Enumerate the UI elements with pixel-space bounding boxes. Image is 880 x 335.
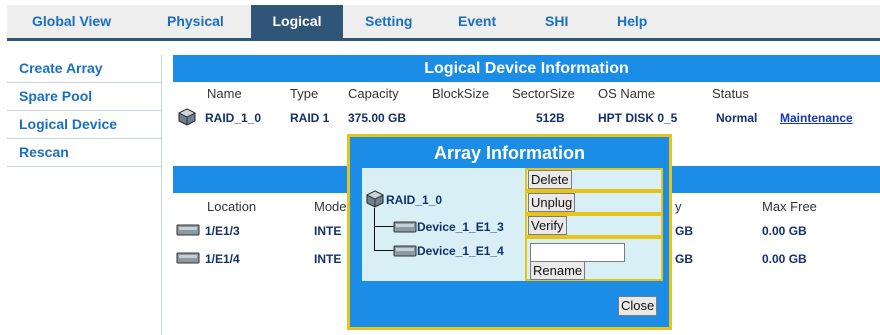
verify-button[interactable]: Verify xyxy=(528,216,567,235)
disk-icon xyxy=(176,252,200,264)
logical-row-status: Normal xyxy=(716,111,758,125)
tree-root-label[interactable]: RAID_1_0 xyxy=(386,193,442,207)
physical-row-model: INTE xyxy=(314,224,342,238)
sidebar-item-label: Spare Pool xyxy=(19,88,93,104)
tab-label: Event xyxy=(458,13,497,29)
header-osname: OS Name xyxy=(598,86,656,101)
physical-row-capacity: GB xyxy=(675,252,693,266)
button-frame: Verify xyxy=(525,214,663,237)
tab-event[interactable]: Event xyxy=(458,5,513,38)
tab-label: SHI xyxy=(545,13,569,29)
raid-array-icon xyxy=(178,108,196,126)
sidebar-item-spare-pool[interactable]: Spare Pool xyxy=(7,83,162,111)
array-information-dialog: Array Information RAID_1_0 Device_1_E1_3… xyxy=(347,134,672,330)
disk-icon xyxy=(176,224,200,236)
tree-connector xyxy=(374,226,394,227)
sidebar: Create Array Spare Pool Logical Device R… xyxy=(7,55,162,335)
dialog-title: Array Information xyxy=(433,143,586,163)
header-location: Location xyxy=(207,199,257,214)
tab-shi[interactable]: SHI xyxy=(545,5,585,38)
button-frame: Rename xyxy=(525,237,663,281)
sidebar-item-label: Logical Device xyxy=(19,116,118,132)
sidebar-item-label: Create Array xyxy=(19,60,103,76)
rename-input[interactable] xyxy=(530,243,625,262)
physical-row-location[interactable]: 1/E1/3 xyxy=(205,224,240,238)
close-button[interactable]: Close xyxy=(618,296,658,316)
header-model: Mode xyxy=(314,199,347,214)
header-blocksize: BlockSize xyxy=(432,86,490,101)
tree-connector xyxy=(374,250,394,251)
logical-row-capacity: 375.00 GB xyxy=(348,111,407,125)
top-navigation: Global View Physical Logical Setting Eve… xyxy=(0,0,880,41)
tab-label: Global View xyxy=(32,13,112,29)
sidebar-item-create-array[interactable]: Create Array xyxy=(7,55,162,83)
header-name: Name xyxy=(207,86,242,101)
array-tree: RAID_1_0 Device_1_E1_3 Device_1_E1_4 xyxy=(362,168,525,281)
unplug-button[interactable]: Unplug xyxy=(528,193,576,212)
logical-row-osname: HPT DISK 0_5 xyxy=(598,111,678,125)
sidebar-item-label: Rescan xyxy=(19,144,69,160)
physical-row-maxfree: 0.00 GB xyxy=(762,252,807,266)
tab-label: Physical xyxy=(167,13,224,29)
tab-label: Setting xyxy=(365,13,413,29)
logical-row-name[interactable]: RAID_1_0 xyxy=(205,111,261,125)
delete-button[interactable]: Delete xyxy=(528,170,572,189)
disk-icon xyxy=(393,245,417,257)
tab-label: Logical xyxy=(272,13,322,29)
header-capacity: y xyxy=(675,199,682,214)
physical-row-model: INTE xyxy=(314,252,342,266)
physical-row-location[interactable]: 1/E1/4 xyxy=(205,252,240,266)
header-sectorsize: SectorSize xyxy=(512,86,575,101)
header-maxfree: Max Free xyxy=(762,199,817,214)
raid-array-icon xyxy=(366,190,384,208)
tab-setting[interactable]: Setting xyxy=(365,5,435,38)
action-buttons: Delete Unplug Verify Rename xyxy=(525,168,663,281)
sidebar-item-logical-device[interactable]: Logical Device xyxy=(7,111,162,139)
tab-logical[interactable]: Logical xyxy=(251,5,343,38)
logical-row-sectorsize: 512B xyxy=(536,111,565,125)
logical-device-banner: Logical Device Information xyxy=(173,55,880,82)
disk-icon xyxy=(393,221,417,233)
tree-child-label[interactable]: Device_1_E1_3 xyxy=(417,220,504,234)
tree-child-label[interactable]: Device_1_E1_4 xyxy=(417,244,504,258)
tab-physical[interactable]: Physical xyxy=(167,5,237,38)
button-frame: Delete xyxy=(525,168,663,191)
tree-connector xyxy=(374,208,375,250)
header-type: Type xyxy=(290,86,319,101)
logical-row-type: RAID 1 xyxy=(290,111,330,125)
tab-bar: Global View Physical Logical Setting Eve… xyxy=(7,5,880,41)
maintenance-link[interactable]: Maintenance xyxy=(780,111,853,125)
sidebar-item-rescan[interactable]: Rescan xyxy=(7,139,162,167)
header-status: Status xyxy=(712,86,749,101)
tab-label: Help xyxy=(617,13,648,29)
button-frame: Unplug xyxy=(525,191,663,214)
physical-row-maxfree: 0.00 GB xyxy=(762,224,807,238)
rename-button[interactable]: Rename xyxy=(530,261,586,280)
header-capacity: Capacity xyxy=(348,86,399,101)
tab-global-view[interactable]: Global View xyxy=(32,5,142,38)
tab-help[interactable]: Help xyxy=(617,5,657,38)
physical-row-capacity: GB xyxy=(675,224,693,238)
